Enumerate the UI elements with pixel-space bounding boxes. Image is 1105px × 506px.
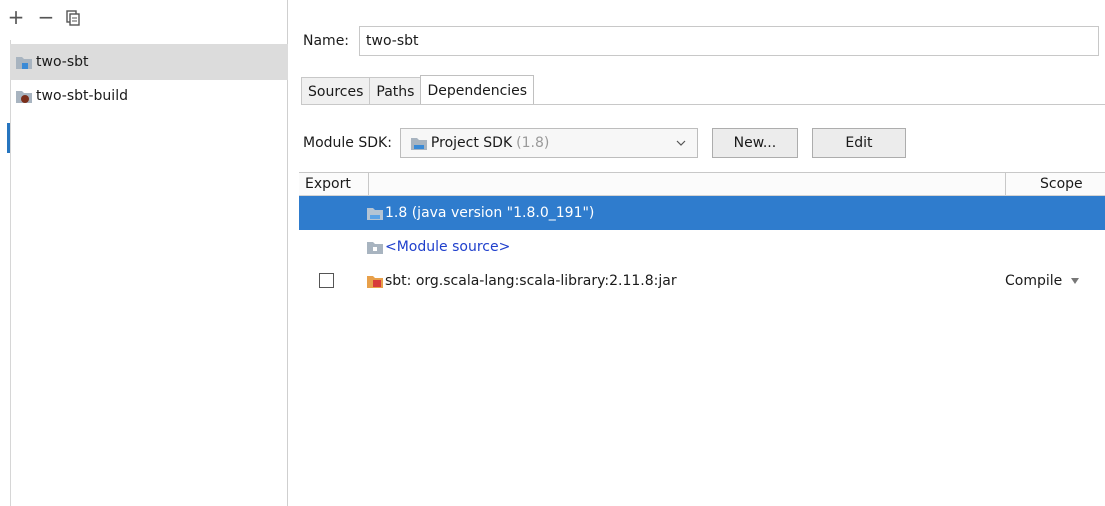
row-label: 1.8 (java version "1.8.0_191") <box>385 205 595 221</box>
table-row-module-source[interactable]: <Module source> <box>299 230 1105 264</box>
row-label: <Module source> <box>385 239 511 255</box>
sbt-module-icon <box>16 91 32 103</box>
modules-toolbar: + − <box>6 6 86 40</box>
modules-panel: + − two-sbt two-sbt-build <box>0 0 288 506</box>
tab-dependencies[interactable]: Dependencies <box>420 75 535 105</box>
module-sdk-row: Module SDK: Project SDK (1.8) New... Edi… <box>303 128 906 158</box>
scope-dropdown[interactable]: Compile <box>1005 273 1080 289</box>
tab-sources[interactable]: Sources <box>301 77 370 105</box>
tree-item-two-sbt-build[interactable]: two-sbt-build <box>10 80 288 112</box>
edit-sdk-button[interactable]: Edit <box>811 128 906 158</box>
tree-item-two-sbt[interactable]: two-sbt <box>10 44 288 80</box>
new-sdk-button[interactable]: New... <box>711 128 798 158</box>
copy-icon[interactable] <box>66 6 86 26</box>
remove-icon[interactable]: − <box>36 6 56 28</box>
tree-item-label: two-sbt-build <box>36 88 128 104</box>
name-label: Name: <box>303 33 350 49</box>
tab-paths[interactable]: Paths <box>369 77 421 105</box>
dropdown-triangle-icon <box>1071 278 1080 284</box>
add-icon[interactable]: + <box>6 6 26 28</box>
sdk-selected-value: Project SDK <box>430 135 513 151</box>
col-scope-header[interactable]: Scope <box>1005 173 1105 195</box>
jdk-folder-icon <box>367 208 383 220</box>
new-sdk-button-label: New... <box>733 135 777 151</box>
module-name-input[interactable] <box>359 26 1099 56</box>
module-folder-icon <box>16 57 32 69</box>
module-sdk-select[interactable]: Project SDK (1.8) <box>399 128 698 158</box>
scope-value: Compile <box>1005 273 1063 289</box>
sdk-version: (1.8) <box>516 135 550 151</box>
table-header: Export Scope <box>299 172 1105 196</box>
row-label: sbt: org.scala-lang:scala-library:2.11.8… <box>385 273 677 289</box>
settings-tabs: Sources Paths Dependencies <box>301 75 535 105</box>
module-settings-panel: Name: Sources Paths Dependencies Module … <box>289 0 1105 506</box>
module-tree: two-sbt two-sbt-build <box>10 44 288 112</box>
library-jar-icon <box>367 276 383 288</box>
export-checkbox[interactable] <box>319 273 334 288</box>
tabs-divider <box>301 104 1105 105</box>
table-row-scala-library[interactable]: sbt: org.scala-lang:scala-library:2.11.8… <box>299 264 1105 298</box>
dependencies-table: Export Scope 1.8 (java version "1.8.0_19… <box>299 172 1105 298</box>
focus-marker <box>7 123 10 153</box>
edit-sdk-button-label: Edit <box>845 135 873 151</box>
sdk-folder-icon <box>410 138 427 150</box>
chevron-down-icon <box>676 140 686 146</box>
name-row: Name: <box>303 26 1099 56</box>
table-row-jdk[interactable]: 1.8 (java version "1.8.0_191") <box>299 196 1105 230</box>
col-export-header[interactable]: Export <box>299 173 369 195</box>
source-folder-icon <box>367 242 383 254</box>
tree-item-label: two-sbt <box>36 54 89 70</box>
module-sdk-label: Module SDK: <box>303 135 392 151</box>
